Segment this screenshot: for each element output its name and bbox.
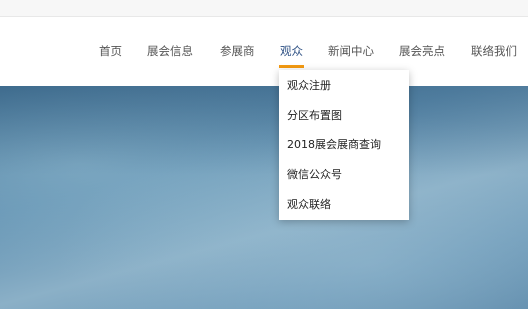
- nav-item-contact[interactable]: 联络我们: [471, 44, 517, 58]
- main-nav: 首页 展会信息 参展商 观众 新闻中心 展会亮点 联络我们: [0, 17, 528, 86]
- top-utility-bar: [0, 0, 528, 17]
- nav-item-highlights[interactable]: 展会亮点: [399, 44, 445, 58]
- dropdown-item-wechat-account[interactable]: 微信公众号: [287, 168, 342, 182]
- hero-banner: [0, 86, 528, 309]
- nav-item-news[interactable]: 新闻中心: [328, 44, 374, 58]
- nav-item-home[interactable]: 首页: [99, 44, 122, 58]
- visitors-dropdown-menu: 观众注册 分区布置图 2018展会展商查询 微信公众号 观众联络: [279, 70, 409, 220]
- dropdown-item-floor-plan[interactable]: 分区布置图: [287, 109, 342, 123]
- nav-item-exhibition-info[interactable]: 展会信息: [147, 44, 193, 58]
- nav-item-exhibitors[interactable]: 参展商: [220, 44, 255, 58]
- active-nav-indicator: [279, 65, 304, 68]
- dropdown-item-visitor-registration[interactable]: 观众注册: [287, 79, 331, 93]
- dropdown-item-exhibitor-search[interactable]: 2018展会展商查询: [287, 138, 381, 152]
- dropdown-item-visitor-contact[interactable]: 观众联络: [287, 198, 331, 212]
- nav-item-visitors[interactable]: 观众: [280, 44, 303, 58]
